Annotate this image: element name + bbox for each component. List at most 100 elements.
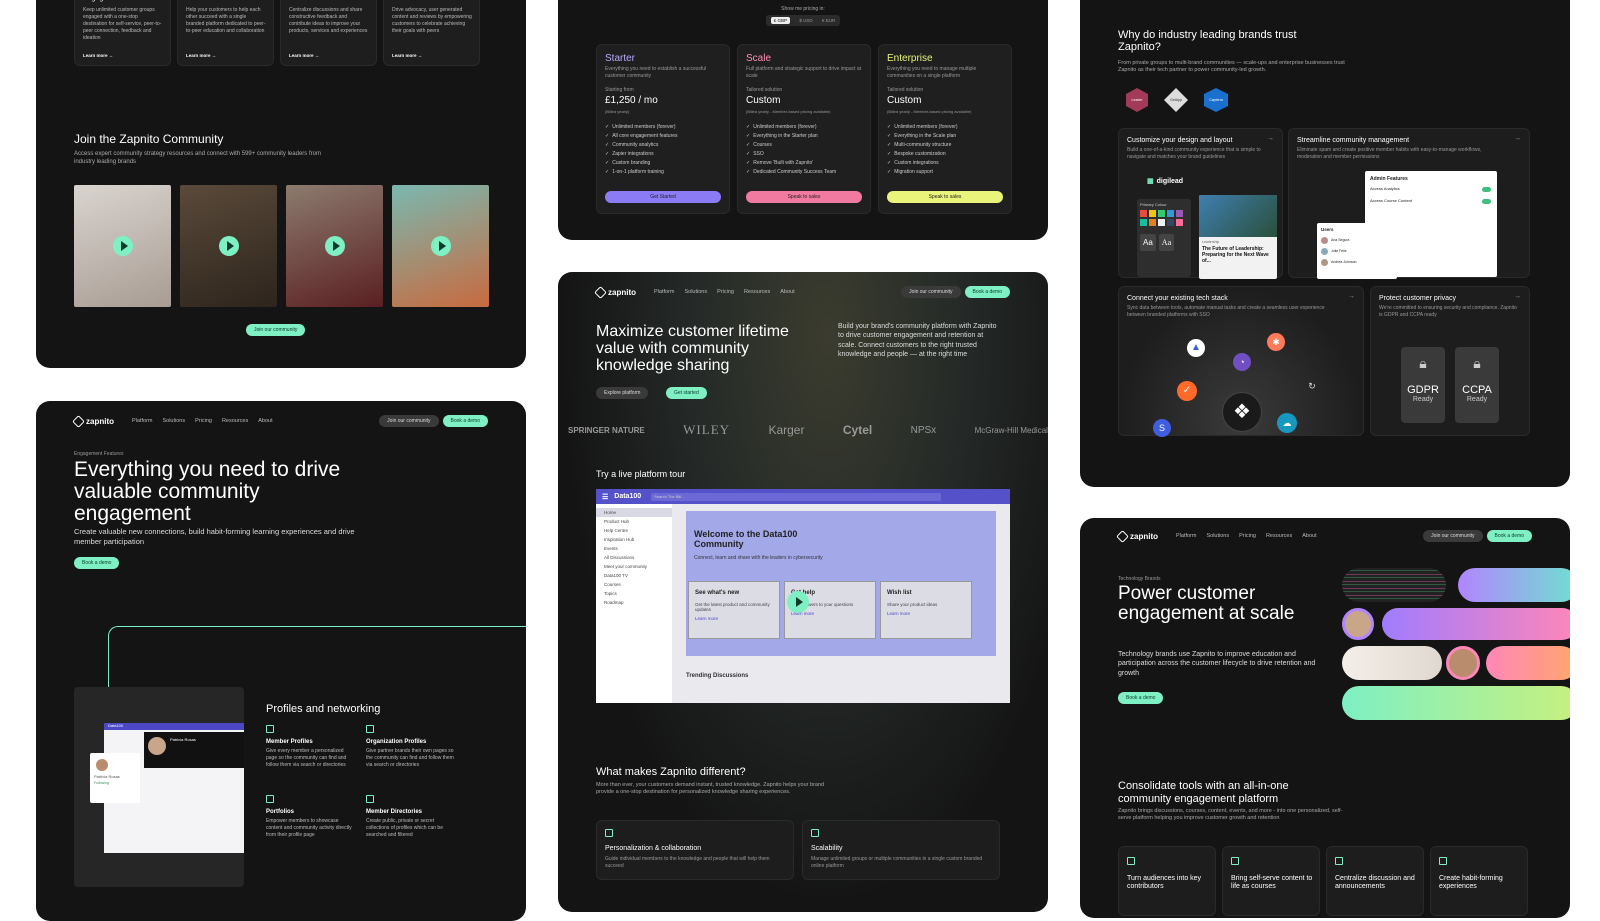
trust-title: Why do industry leading brands trust Zap… [1118,29,1297,53]
nav-link[interactable]: Platform [654,289,674,295]
video-thumb-2[interactable] [180,185,277,307]
app-search[interactable]: Search The Bill... [651,492,942,501]
diff-card[interactable]: Scalability Manage unlimited groups or mu… [802,820,1000,880]
profiles-title: Profiles and networking [266,703,381,715]
app-preview[interactable]: ☰ Data100 Search The Bill... Home Product… [596,489,1010,703]
benefit-icon [1127,857,1135,865]
tech-stack-card[interactable]: Connect your existing tech stack Sync da… [1118,286,1364,437]
plan-name: Scale [746,53,772,64]
price-label: Tailored solution [746,87,783,93]
nav-link[interactable]: Pricing [195,418,212,424]
explore-platform-button[interactable]: Explore platform [596,387,649,399]
app-tile[interactable]: See what's new Get the latest product and… [688,581,780,639]
toggle-icon[interactable] [1482,199,1491,204]
currency-switch: £ GBP $ USD € EUR [766,15,840,26]
app-sidebar-item[interactable]: Home [596,508,672,517]
currency-eur[interactable]: € EUR [822,18,835,23]
feature-icon [366,795,374,803]
app-sidebar-item[interactable]: Inspiration Hub [596,535,672,544]
nav-link[interactable]: Resources [222,418,248,424]
join-community-button[interactable]: Join our community [246,324,306,336]
diff-card[interactable]: Personalization & collaboration Guide ind… [596,820,794,880]
learn-more-link[interactable]: Learn more → [186,53,216,58]
nav-actions: Join our community Book a demo [379,415,488,427]
learn-more-link[interactable]: Learn more → [392,53,422,58]
plan-cta-button[interactable]: Speak to sales [746,191,862,203]
zapnito-logo[interactable]: zapnito [72,414,114,428]
nav-link[interactable]: Pricing [1239,533,1256,539]
plan-cta-button[interactable]: Get Started [605,191,721,203]
currency-gbp[interactable]: £ GBP [770,17,790,24]
learn-more-link[interactable]: Learn more → [289,53,319,58]
app-sidebar-item[interactable]: All Discussions [596,553,672,562]
book-demo-button[interactable]: Book a demo [1118,692,1164,704]
app-sidebar-item[interactable]: Courses [596,580,672,589]
nav-link[interactable]: Solutions [162,418,185,424]
play-icon [324,236,345,256]
benefit-card[interactable]: Create habit-forming experiences [1430,846,1528,916]
nav-link[interactable]: About [258,418,272,424]
video-thumb-1[interactable] [74,185,171,307]
plan-price: £1,250 / mo [605,95,658,106]
app-sidebar-item[interactable]: Roadmap [596,598,672,607]
tile-play-icon[interactable] [787,591,809,613]
accent-line [108,626,526,696]
currency-usd[interactable]: $ USD [799,18,812,23]
feature-card[interactable]: Drive advocacy, user generated content a… [383,0,480,66]
privacy-card[interactable]: Protect customer privacy We're committed… [1370,286,1530,436]
plan-feature-label: Custom branding [612,160,651,166]
benefit-card[interactable]: Turn audiences into key contributors [1118,846,1216,916]
tile-link[interactable]: Learn more [887,611,965,616]
book-demo-button[interactable]: Book a demo [442,415,488,427]
swatches [1140,210,1188,226]
book-demo-button[interactable]: Book a demo [964,286,1010,298]
feature-card[interactable]: Centralize discussions and share constru… [280,0,377,66]
book-demo-button[interactable]: Book a demo [74,557,120,569]
refresh-icon: ↻ [1308,381,1316,391]
nav-link[interactable]: Pricing [717,289,734,295]
benefit-title: Bring self-serve content to life as cour… [1231,875,1313,891]
design-card[interactable]: Customize your design and layout Build a… [1118,128,1283,279]
toggle-icon[interactable] [1482,187,1491,192]
get-started-button[interactable]: Get started [666,387,707,399]
plan-cta-button[interactable]: Speak to sales [887,191,1003,203]
app-tile[interactable]: Wish list Share your product ideas Learn m… [880,581,972,639]
zapnito-logo[interactable]: zapnito [594,285,636,299]
plan-feature: ✓ 1-on-1 platform training [605,168,678,177]
book-demo-button[interactable]: Book a demo [1486,530,1532,542]
learn-more-link[interactable]: Learn more → [83,53,113,58]
app-sidebar-item[interactable]: Topics [596,589,672,598]
nav-link[interactable]: About [780,289,794,295]
nav-link[interactable]: Platform [132,418,152,424]
plan-feature-label: Unlimited members (forever) [894,124,958,130]
feature-card[interactable]: Service Help your customers to help each … [177,0,274,66]
app-sidebar-item[interactable]: Product Hub [596,517,672,526]
nav-link[interactable]: Platform [1176,533,1196,539]
feature-icon [366,725,374,733]
join-community-button[interactable]: Join our community [1423,530,1483,542]
check-icon: ✓ [887,151,892,157]
join-community-button[interactable]: Join our community [901,286,961,298]
nav-link[interactable]: About [1302,533,1316,539]
menu-icon[interactable]: ☰ [602,493,608,501]
app-sidebar-item[interactable]: Data100 TV [596,571,672,580]
feature-card[interactable]: Engagement Keep unlimited customer groups… [74,0,171,66]
tile-link[interactable]: Learn more [695,616,773,621]
join-community-button[interactable]: Join our community [379,415,439,427]
nav-link[interactable]: Resources [1266,533,1292,539]
video-thumb-4[interactable] [392,185,489,307]
mock-name: Patricia Rosas [170,737,196,742]
nav-link[interactable]: Resources [744,289,770,295]
card-text: We're committed to ensuring security and… [1379,305,1517,318]
video-thumb-3[interactable] [286,185,383,307]
app-sidebar-item[interactable]: Meet your community [596,562,672,571]
management-card[interactable]: Streamline community management Eliminat… [1288,128,1530,279]
nav-link[interactable]: Solutions [684,289,707,295]
nav-link[interactable]: Solutions [1206,533,1229,539]
benefit-card[interactable]: Bring self-serve content to life as cour… [1222,846,1320,916]
mock-card: Patricia Rosas Following [90,753,140,803]
app-sidebar-item[interactable]: Events [596,544,672,553]
zapnito-logo[interactable]: zapnito [1116,529,1158,543]
benefit-card[interactable]: Centralize discussion and announcements [1326,846,1424,916]
app-sidebar-item[interactable]: Help Centre [596,526,672,535]
